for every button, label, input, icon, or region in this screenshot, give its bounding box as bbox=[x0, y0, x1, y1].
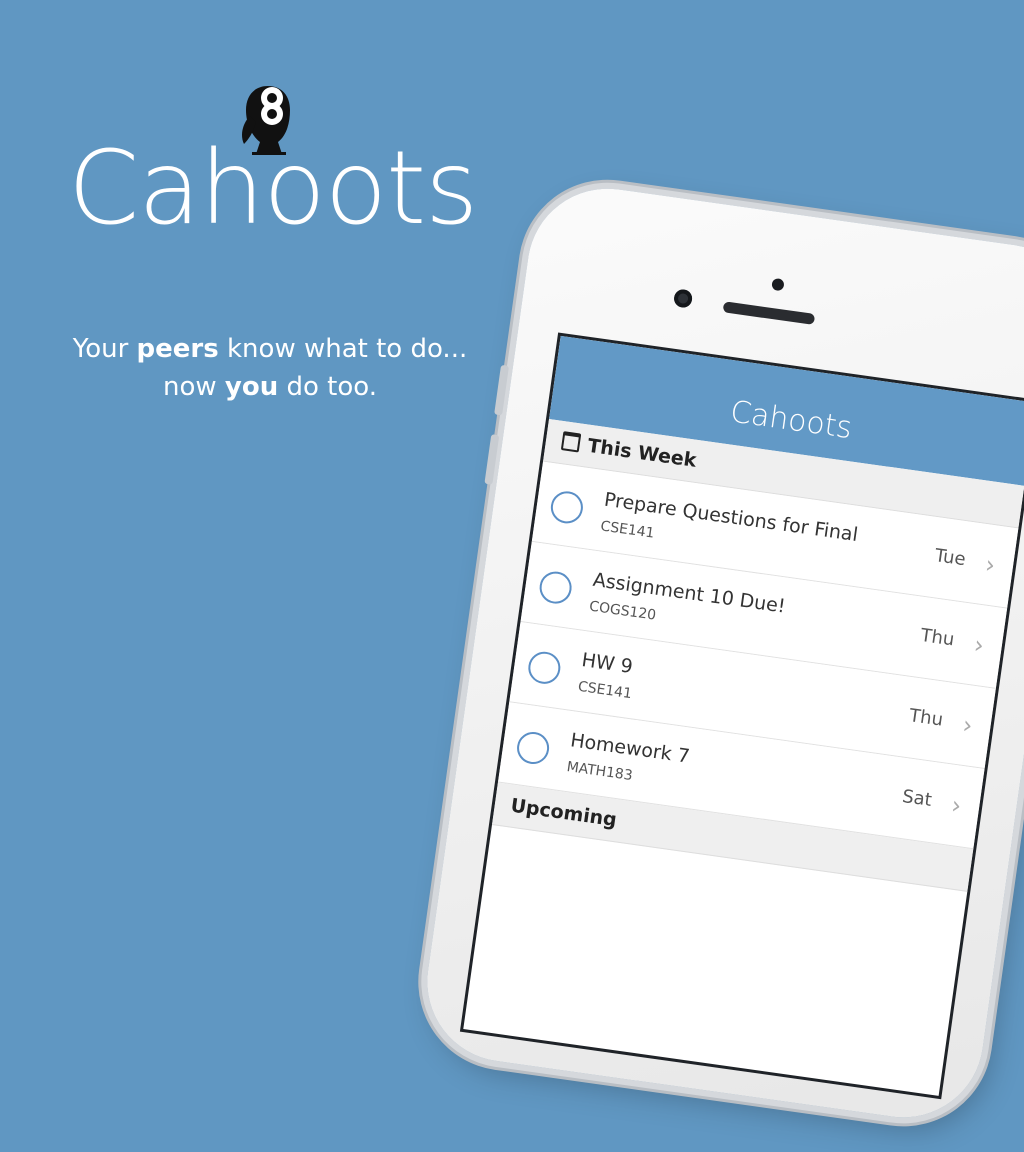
earpiece-speaker bbox=[722, 301, 816, 325]
tagline-emphasis: you bbox=[224, 372, 279, 402]
task-course: COGS120 bbox=[588, 598, 658, 624]
tagline-text: know what to do... bbox=[218, 334, 468, 364]
calendar-icon bbox=[560, 431, 582, 453]
volume-button bbox=[484, 434, 500, 485]
tagline: Your peers know what to do... now you do… bbox=[40, 330, 500, 406]
task-title: HW 9 bbox=[580, 649, 635, 678]
task-day: Tue bbox=[933, 545, 967, 571]
tagline-line-2: now you do too. bbox=[40, 368, 500, 406]
chevron-right-icon: › bbox=[960, 710, 975, 740]
section-label: This Week bbox=[586, 434, 698, 472]
tagline-text: do too. bbox=[278, 372, 377, 402]
proximity-sensor-icon bbox=[771, 277, 785, 292]
task-checkbox[interactable] bbox=[515, 729, 552, 767]
front-camera-icon bbox=[672, 288, 694, 309]
volume-button bbox=[494, 364, 510, 416]
chevron-right-icon: › bbox=[972, 630, 986, 660]
task-checkbox[interactable] bbox=[548, 489, 585, 526]
tagline-text: now bbox=[162, 372, 225, 402]
task-day: Thu bbox=[919, 624, 956, 651]
task-course: MATH183 bbox=[565, 758, 634, 785]
section-label: Upcoming bbox=[509, 794, 619, 832]
chevron-right-icon: › bbox=[983, 550, 997, 580]
task-day: Thu bbox=[907, 705, 945, 731]
app-screen: Cahoots This Week Prepare Questions for … bbox=[459, 332, 1024, 1100]
tagline-emphasis: peers bbox=[136, 334, 219, 364]
tagline-text: Your bbox=[72, 334, 137, 364]
phone-body: Cahoots This Week Prepare Questions for … bbox=[416, 178, 1024, 1128]
task-checkbox[interactable] bbox=[526, 649, 563, 686]
tagline-line-1: Your peers know what to do... bbox=[40, 330, 500, 368]
task-course: CSE141 bbox=[576, 678, 633, 703]
task-course: CSE141 bbox=[599, 518, 656, 542]
brand-wordmark: Cahoots bbox=[68, 129, 478, 248]
chevron-right-icon: › bbox=[949, 790, 964, 821]
task-day: Sat bbox=[900, 785, 934, 811]
task-checkbox[interactable] bbox=[537, 569, 574, 606]
